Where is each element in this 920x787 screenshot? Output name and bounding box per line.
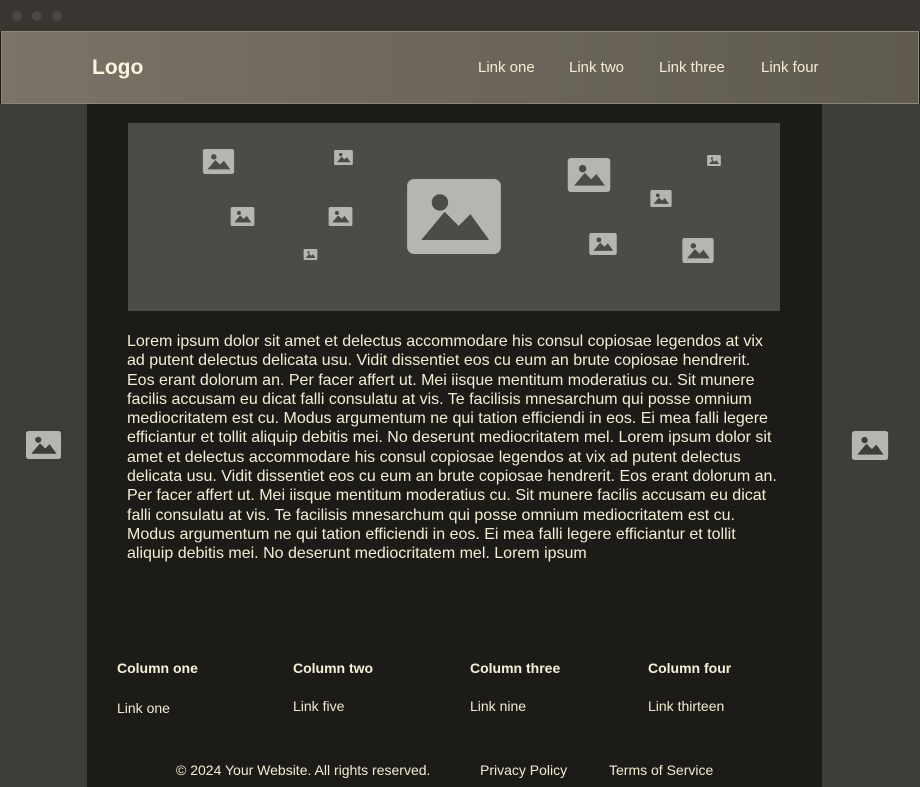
footer-column-four-title: Column four — [648, 660, 732, 676]
image-placeholder-icon — [649, 190, 673, 207]
image-placeholder-icon — [202, 149, 235, 174]
left-sidebar — [0, 104, 87, 787]
footer-column-three-title: Column three — [470, 660, 561, 676]
maximize-window-dot[interactable] — [52, 11, 62, 21]
footer-column-one-title: Column one — [117, 660, 198, 676]
image-placeholder-icon — [567, 158, 611, 192]
image-placeholder-icon — [230, 207, 255, 226]
nav-link-two[interactable]: Link two — [569, 59, 624, 76]
image-placeholder-icon — [707, 155, 721, 166]
nav-link-three[interactable]: Link three — [659, 59, 725, 76]
privacy-policy-link[interactable]: Privacy Policy — [480, 762, 567, 778]
image-placeholder-icon — [328, 207, 353, 226]
image-placeholder-icon — [851, 431, 889, 460]
hero-image-collage — [128, 123, 780, 311]
footer-column-two-title: Column two — [293, 660, 374, 676]
footer-link-five[interactable]: Link five — [293, 698, 344, 714]
image-placeholder-icon — [333, 150, 354, 165]
main-content: Lorem ipsum dolor sit amet et delectus a… — [87, 104, 822, 787]
image-placeholder-icon — [404, 179, 504, 254]
image-placeholder-icon — [303, 249, 318, 260]
image-placeholder-icon — [26, 431, 61, 459]
image-placeholder-icon — [588, 233, 618, 255]
footer-link-nine[interactable]: Link nine — [470, 698, 526, 714]
nav-link-four[interactable]: Link four — [761, 59, 819, 76]
body-paragraph: Lorem ipsum dolor sit amet et delectus a… — [127, 333, 777, 563]
copyright-text: © 2024 Your Website. All rights reserved… — [176, 762, 431, 778]
right-sidebar — [822, 104, 920, 787]
image-placeholder-icon — [682, 238, 714, 263]
nav-link-one[interactable]: Link one — [478, 59, 535, 76]
footer-link-one[interactable]: Link one — [117, 700, 170, 716]
site-header: Logo Link one Link two Link three Link f… — [1, 31, 919, 104]
close-window-dot[interactable] — [12, 11, 22, 21]
footer-link-thirteen[interactable]: Link thirteen — [648, 698, 724, 714]
logo[interactable]: Logo — [92, 56, 143, 80]
window-titlebar — [0, 0, 920, 32]
minimize-window-dot[interactable] — [32, 11, 42, 21]
terms-of-service-link[interactable]: Terms of Service — [609, 762, 713, 778]
